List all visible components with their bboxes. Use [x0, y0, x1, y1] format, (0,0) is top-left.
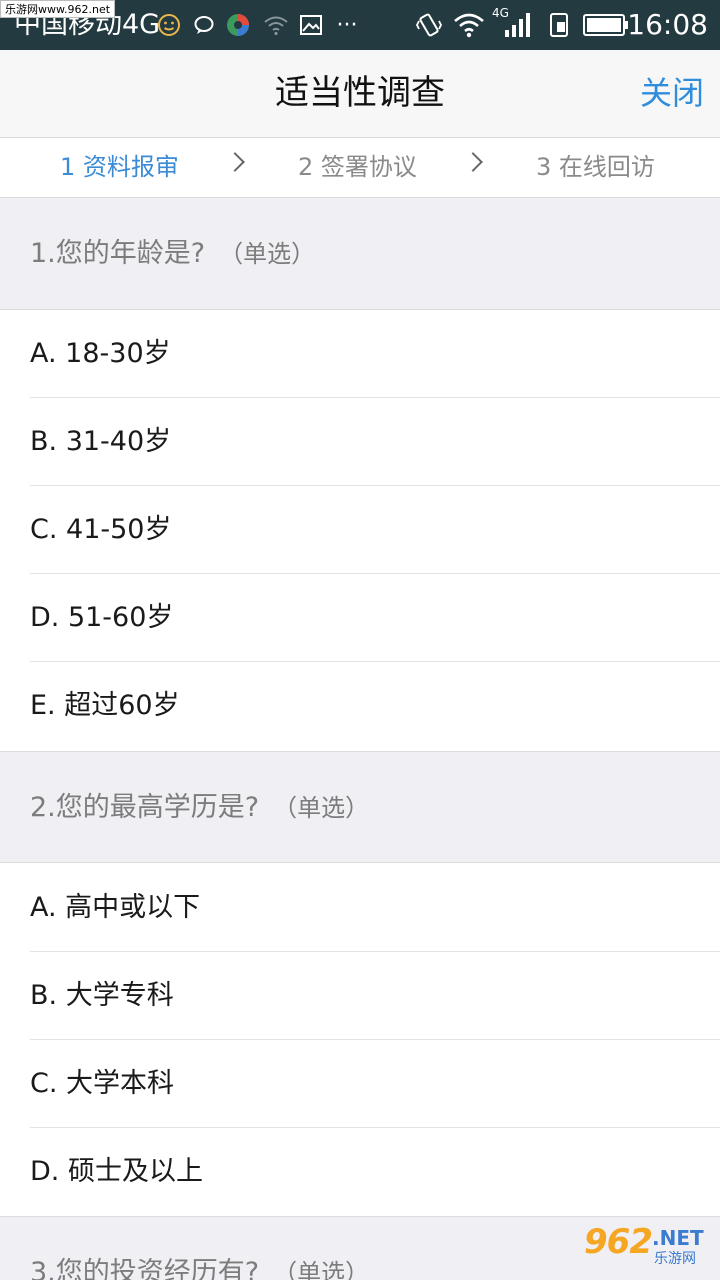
step-2: 2 签署协议: [298, 153, 417, 181]
option-item[interactable]: B. 大学专科: [0, 952, 720, 1040]
message-icon: [192, 8, 216, 42]
watermark-number: 962: [584, 1222, 653, 1262]
sim-icon: [546, 8, 572, 42]
nav-bar: 适当性调查 关闭: [0, 50, 720, 138]
question-title: 3.您的投资经历有?: [30, 1257, 260, 1280]
watermark-label: 乐游网www.962.net: [0, 0, 116, 18]
image-icon: [298, 8, 324, 42]
close-button[interactable]: 关闭: [640, 50, 704, 136]
chevron-right-icon: [463, 152, 483, 172]
option-label: A. 高中或以下: [30, 892, 201, 923]
step-3: 3 在线回访: [536, 153, 655, 181]
app-icon: [224, 8, 252, 42]
question-title: 1.您的年龄是?: [30, 238, 206, 269]
wifi-off-icon: [262, 8, 290, 42]
more-icon: ···: [336, 12, 358, 38]
option-item[interactable]: A. 高中或以下: [0, 864, 720, 952]
step-indicator: 1 资料报审 2 签署协议 3 在线回访: [0, 138, 720, 198]
option-label: D. 硕士及以上: [30, 1156, 203, 1187]
watermark-sub: 乐游网: [654, 1251, 696, 1267]
emoji-icon: [156, 8, 182, 42]
option-item[interactable]: D. 51-60岁: [0, 574, 720, 662]
page-title: 适当性调查: [275, 73, 445, 113]
option-label: D. 51-60岁: [30, 602, 174, 633]
signal-icon: [502, 8, 532, 42]
vibrate-icon: [414, 8, 444, 42]
site-watermark: 962 .NET 乐游网: [584, 1222, 712, 1272]
watermark-net: .NET: [652, 1226, 704, 1250]
question-header: 1.您的年龄是? （单选）: [0, 198, 720, 310]
question-header: 2.您的最高学历是? （单选）: [0, 751, 720, 863]
wifi-icon: [452, 8, 486, 42]
step-1: 1 资料报审: [60, 153, 179, 181]
option-item[interactable]: B. 31-40岁: [0, 398, 720, 486]
battery-icon: [582, 8, 630, 42]
option-label: E. 超过60岁: [30, 690, 180, 721]
option-label: C. 41-50岁: [30, 514, 172, 545]
question-type: （单选）: [273, 794, 370, 822]
option-item[interactable]: A. 18-30岁: [0, 310, 720, 398]
option-label: B. 31-40岁: [30, 426, 172, 457]
question-title: 2.您的最高学历是?: [30, 792, 260, 823]
option-label: A. 18-30岁: [30, 338, 171, 369]
option-item[interactable]: D. 硕士及以上: [0, 1128, 720, 1216]
status-bar: 乐游网www.962.net 中国移动4G ··· 4G 16:08: [0, 0, 720, 50]
option-item[interactable]: C. 大学本科: [0, 1040, 720, 1128]
option-item[interactable]: C. 41-50岁: [0, 486, 720, 574]
option-item[interactable]: E. 超过60岁: [0, 662, 720, 750]
question-type: （单选）: [273, 1259, 370, 1280]
option-label: C. 大学本科: [30, 1068, 175, 1099]
clock-label: 16:08: [627, 8, 708, 41]
chevron-right-icon: [225, 152, 245, 172]
option-label: B. 大学专科: [30, 980, 174, 1011]
question-type: （单选）: [219, 240, 316, 268]
